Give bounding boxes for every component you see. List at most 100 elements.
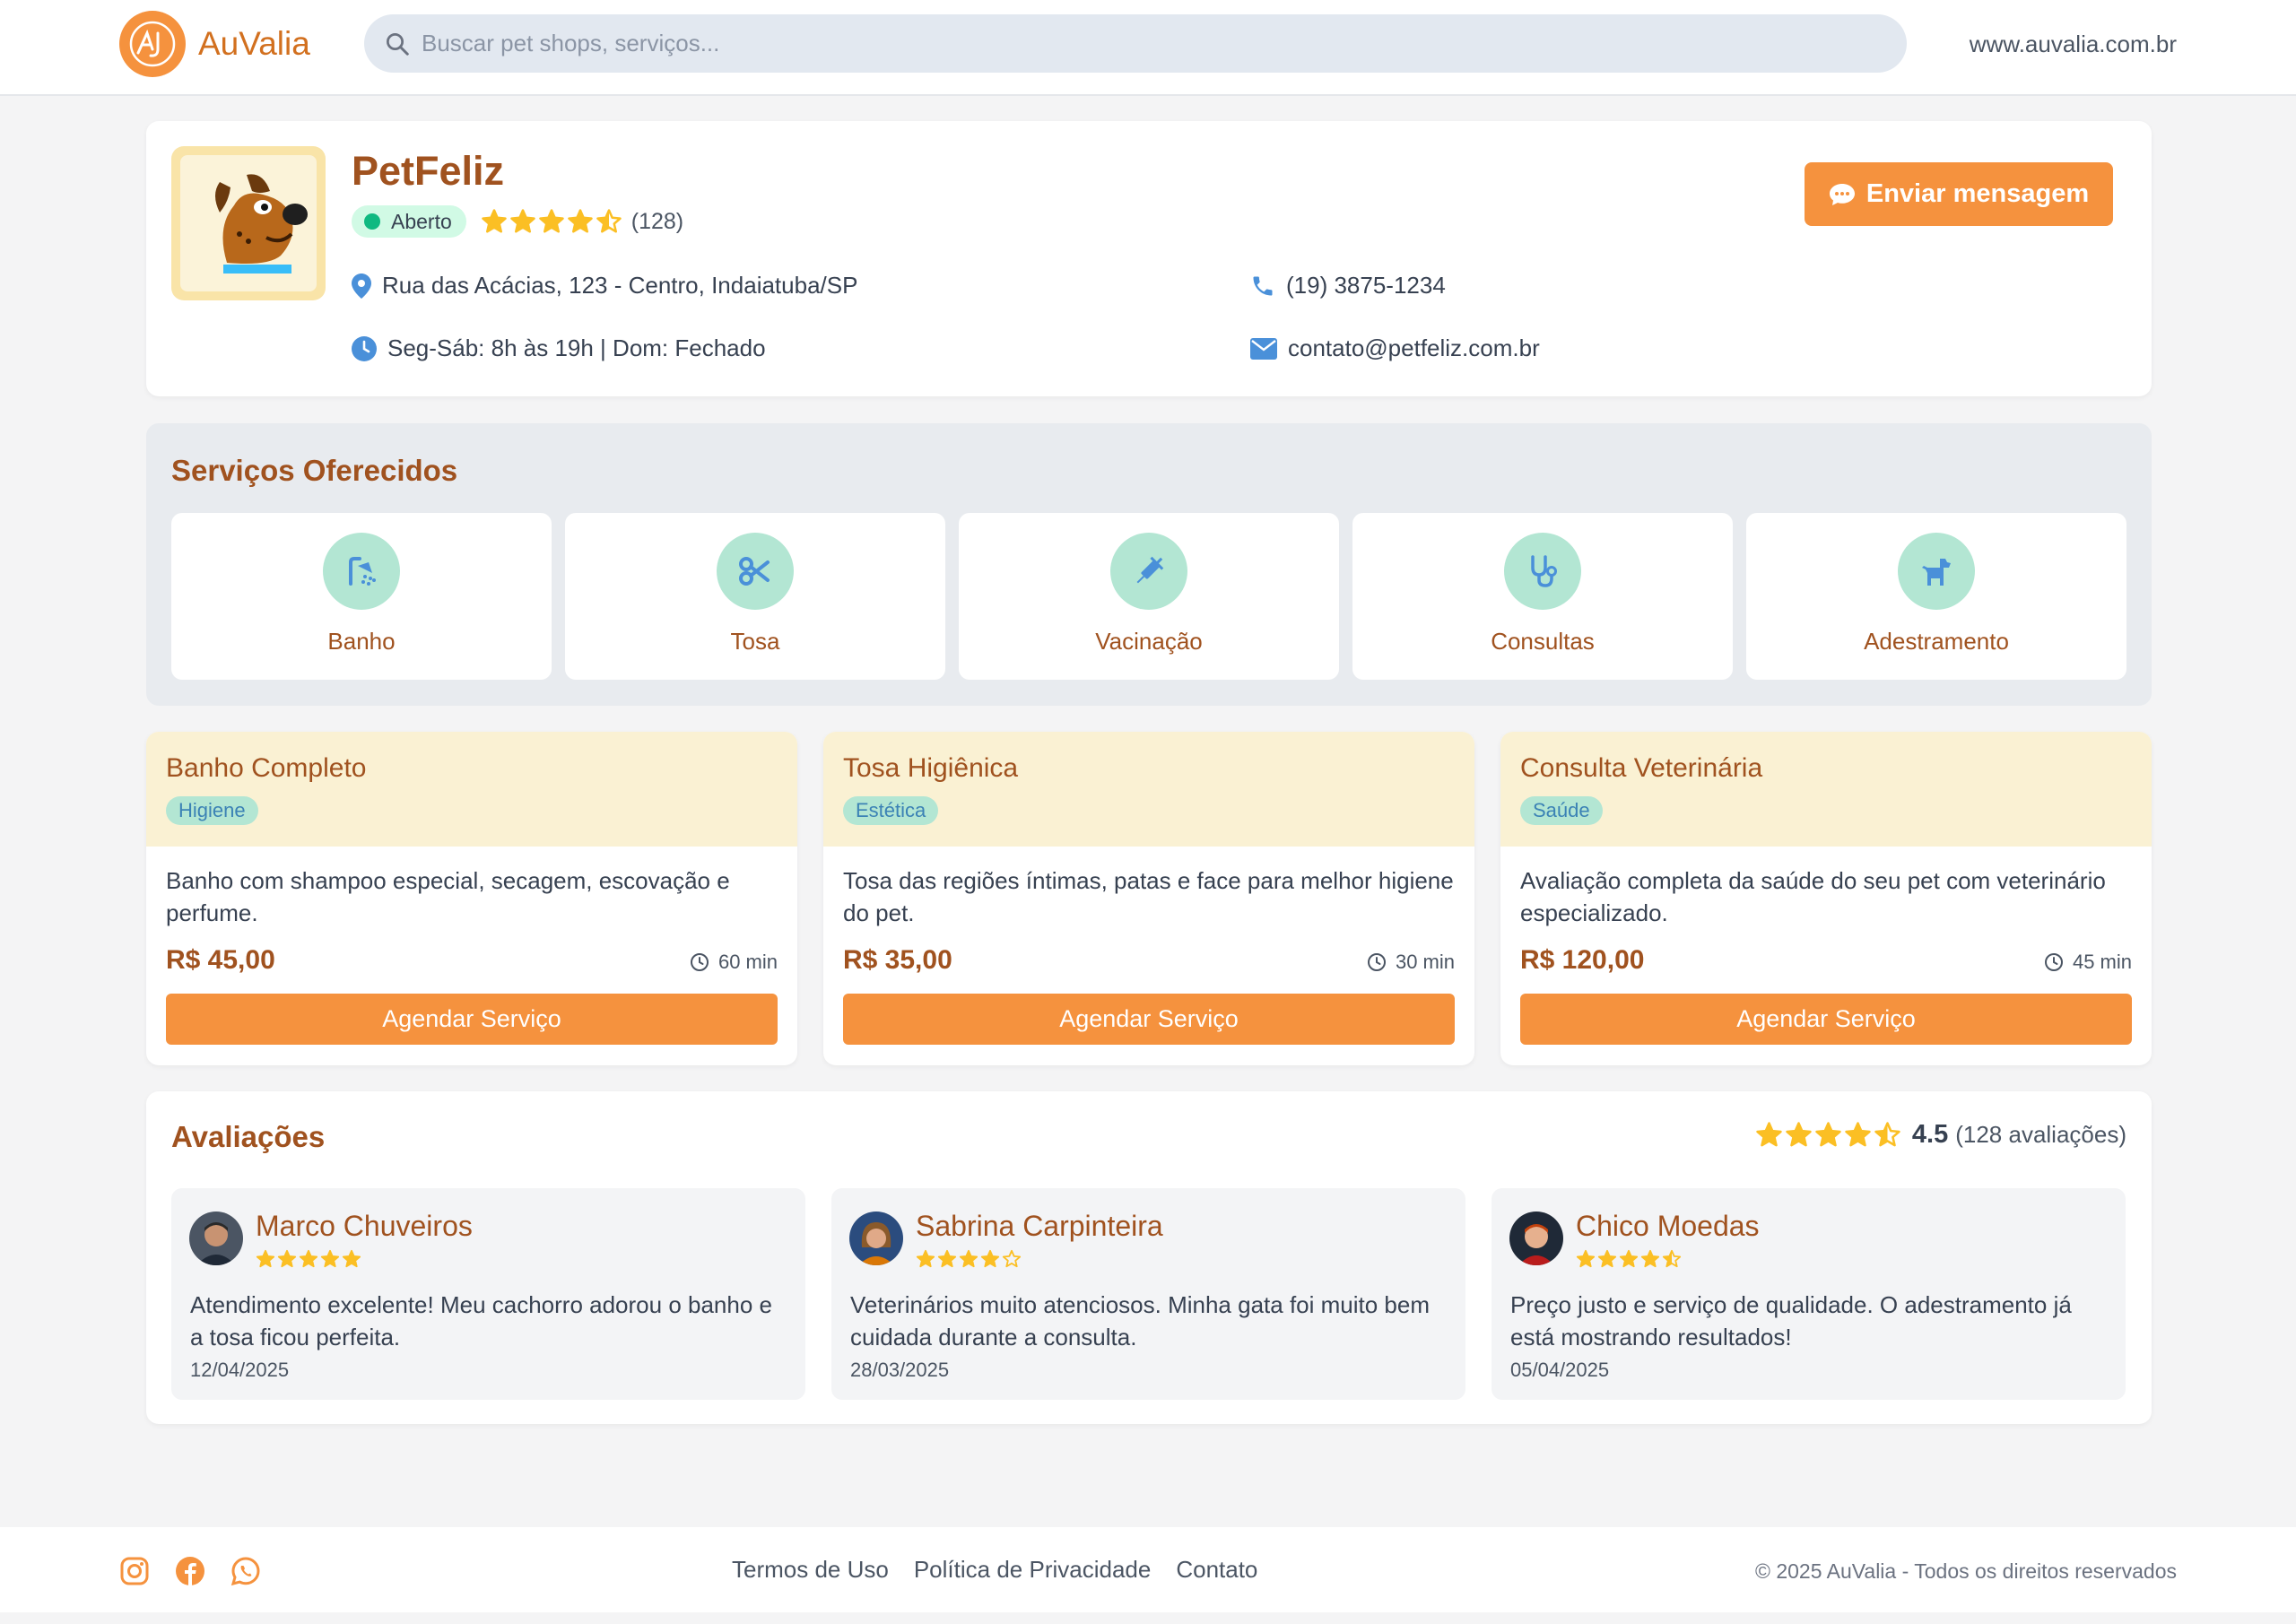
whatsapp-icon[interactable] [230, 1556, 261, 1586]
page-footer: Termos de Uso Política de Privacidade Co… [0, 1527, 2296, 1612]
star-full-icon [1756, 1122, 1782, 1147]
reviewer-name: Sabrina Carpinteira [916, 1210, 1163, 1242]
review-text: Veterinários muito atenciosos. Minha gat… [850, 1291, 1431, 1350]
offer-price: R$ 35,00 [843, 945, 952, 975]
shop-name: PetFeliz [352, 148, 505, 194]
schedule-service-button[interactable]: Agendar Serviço [1520, 994, 2132, 1045]
star-full-icon [1845, 1122, 1871, 1147]
reviews-section: Avaliações 4.5 (128 avaliações) Marco Ch… [146, 1091, 2152, 1424]
star-full-icon [1815, 1122, 1841, 1147]
duration-text: 30 min [1395, 951, 1455, 973]
service-label: Vacinação [1095, 628, 1203, 655]
logo-text: AuValia [198, 25, 310, 62]
reviewer-name: Marco Chuveiros [256, 1210, 473, 1242]
phone-info: (19) 3875-1234 [1250, 272, 1446, 300]
hours-text: Seg-Sáb: 8h às 19h | Dom: Fechado [387, 334, 766, 361]
services-title: Serviços Oferecidos [171, 454, 458, 487]
phone-text[interactable]: (19) 3875-1234 [1286, 272, 1446, 300]
star-full-icon [510, 209, 535, 233]
clock-icon [1367, 953, 1386, 971]
top-header: AuValia www.auvalia.com.br [0, 0, 2296, 96]
service-tile-tosa[interactable]: Tosa [565, 513, 945, 680]
offer-card-consulta-veterinaria: Consulta Veterinária Saúde Avaliação com… [1500, 732, 2152, 1065]
offer-description: Banho com shampoo especial, secagem, esc… [166, 867, 730, 926]
offer-duration: 45 min [2044, 951, 2132, 974]
status-row: Aberto (128) [352, 205, 683, 238]
star-full-icon [320, 1249, 340, 1268]
stethoscope-icon [1504, 533, 1581, 610]
service-tile-adestramento[interactable]: Adestramento [1746, 513, 2126, 680]
offer-header: Consulta Veterinária Saúde [1500, 732, 2152, 847]
star-full-icon [980, 1249, 1000, 1268]
offer-description: Tosa das regiões íntimas, patas e face p… [843, 867, 1454, 926]
star-full-icon [959, 1249, 978, 1268]
status-label: Aberto [391, 209, 452, 233]
star-half-icon [596, 209, 622, 233]
offer-tag: Higiene [166, 796, 258, 825]
clock-icon [352, 335, 377, 361]
star-full-icon [342, 1249, 361, 1268]
contact-link[interactable]: Contato [1176, 1556, 1257, 1584]
review-date: 12/04/2025 [190, 1359, 290, 1381]
star-full-icon [937, 1249, 957, 1268]
hours-info: Seg-Sáb: 8h às 19h | Dom: Fechado [352, 334, 766, 362]
service-tile-consultas[interactable]: Consultas [1352, 513, 1733, 680]
privacy-link[interactable]: Política de Privacidade [914, 1556, 1151, 1584]
profile-rating-stars [481, 208, 622, 235]
offer-duration: 30 min [1367, 951, 1455, 974]
reviews-total: (128 avaliações) [1955, 1121, 2126, 1148]
service-tile-banho[interactable]: Banho [171, 513, 552, 680]
duration-text: 60 min [718, 951, 778, 973]
shop-profile-card: PetFeliz Aberto (128) Rua das Acácias, 1… [146, 121, 2152, 396]
search-input[interactable] [422, 14, 1907, 73]
avatar [189, 1211, 243, 1265]
avatar [849, 1211, 903, 1265]
offer-header: Tosa Higiênica Estética [823, 732, 1474, 847]
avatar [1509, 1211, 1563, 1265]
site-url[interactable]: www.auvalia.com.br [1970, 30, 2177, 58]
facebook-icon[interactable] [175, 1556, 205, 1586]
email-text[interactable]: contato@petfeliz.com.br [1288, 334, 1540, 362]
review-card: Sabrina Carpinteira Veterinários muito a… [831, 1188, 1465, 1400]
search-icon [387, 32, 409, 56]
scissors-icon [717, 533, 794, 610]
service-label: Adestramento [1864, 628, 2009, 655]
schedule-service-button[interactable]: Agendar Serviço [843, 994, 1455, 1045]
star-half-icon [1874, 1122, 1900, 1147]
send-message-label: Enviar mensagem [1866, 179, 2090, 208]
clock-icon [690, 953, 709, 971]
star-full-icon [277, 1249, 297, 1268]
service-label: Consultas [1491, 628, 1595, 655]
logo[interactable]: AuValia [119, 11, 310, 77]
offer-tag: Saúde [1520, 796, 1603, 825]
star-half-icon [1662, 1249, 1682, 1268]
star-full-icon [1619, 1249, 1639, 1268]
review-text: Preço justo e serviço de qualidade. O ad… [1510, 1291, 2072, 1350]
star-full-icon [916, 1249, 935, 1268]
service-tile-vacinacao[interactable]: Vacinação [959, 513, 1339, 680]
star-full-icon [256, 1249, 275, 1268]
service-label: Banho [327, 628, 396, 655]
search-bar[interactable] [364, 14, 1907, 73]
social-links [119, 1556, 261, 1586]
terms-link[interactable]: Termos de Uso [732, 1556, 889, 1584]
star-full-icon [299, 1249, 318, 1268]
star-full-icon [568, 209, 593, 233]
reviewer-name: Chico Moedas [1576, 1210, 1760, 1242]
star-full-icon [1597, 1249, 1617, 1268]
review-date: 28/03/2025 [850, 1359, 950, 1381]
dog-icon [1898, 533, 1975, 610]
footer-links: Termos de Uso Política de Privacidade Co… [732, 1556, 1257, 1584]
shower-icon [323, 533, 400, 610]
send-message-button[interactable]: Enviar mensagem [1805, 162, 2113, 226]
average-rating-stars [1755, 1121, 1901, 1149]
logo-mark-icon [119, 11, 186, 77]
shop-avatar [171, 146, 326, 300]
instagram-icon[interactable] [119, 1556, 150, 1586]
review-card: Chico Moedas Preço justo e serviço de qu… [1492, 1188, 2126, 1400]
review-date: 05/04/2025 [1510, 1359, 1610, 1381]
email-info: contato@petfeliz.com.br [1250, 334, 1540, 362]
review-stars [256, 1249, 361, 1269]
offer-price: R$ 45,00 [166, 945, 275, 975]
schedule-service-button[interactable]: Agendar Serviço [166, 994, 778, 1045]
